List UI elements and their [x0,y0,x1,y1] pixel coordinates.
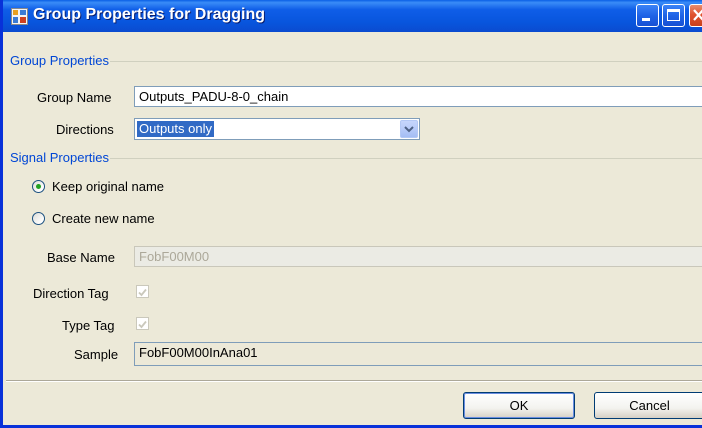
group-name-label: Group Name [37,90,112,105]
button-bar-separator [6,380,702,382]
type-tag-checkbox[interactable] [136,317,149,330]
base-name-input[interactable]: FobF00M00 [134,246,702,267]
signal-properties-divider [10,158,702,159]
create-new-label[interactable]: Create new name [52,211,155,226]
checkmark-icon [138,288,147,297]
window-title: Group Properties for Dragging [33,6,266,23]
group-properties-divider [10,61,702,62]
checkmark-icon [138,320,147,329]
cancel-button[interactable]: Cancel [594,392,702,419]
sample-field: FobF00M00InAna01 [134,342,702,366]
maximize-icon [667,9,680,21]
maximize-button[interactable] [662,4,685,27]
direction-tag-label: Direction Tag [33,286,109,301]
group-name-input[interactable]: Outputs_PADU-8-0_chain [134,86,702,107]
radio-selected-dot [36,184,41,189]
ok-button[interactable]: OK [463,392,575,419]
base-name-label: Base Name [47,250,115,265]
keep-original-radio[interactable] [32,180,45,193]
chevron-down-icon[interactable] [400,120,418,138]
minimize-icon [642,18,650,21]
directions-selected-value: Outputs only [137,121,214,137]
directions-label: Directions [56,122,114,137]
directions-dropdown[interactable]: Outputs only [134,118,420,140]
sample-label: Sample [74,347,119,362]
create-new-radio[interactable] [32,212,45,225]
dialog-window: Group Properties for Dragging Group Prop… [0,0,702,428]
close-icon [693,9,702,21]
close-button[interactable] [689,4,702,27]
keep-original-label[interactable]: Keep original name [52,179,164,194]
signal-properties-legend: Signal Properties [10,150,110,165]
group-properties-legend: Group Properties [10,53,110,68]
minimize-button[interactable] [636,4,659,27]
dialog-content: Group Properties Group Name Outputs_PADU… [6,32,702,422]
type-tag-label: Type Tag [62,318,115,333]
direction-tag-checkbox[interactable] [136,285,149,298]
window-app-icon[interactable] [11,8,28,25]
title-bar[interactable]: Group Properties for Dragging [3,0,702,32]
